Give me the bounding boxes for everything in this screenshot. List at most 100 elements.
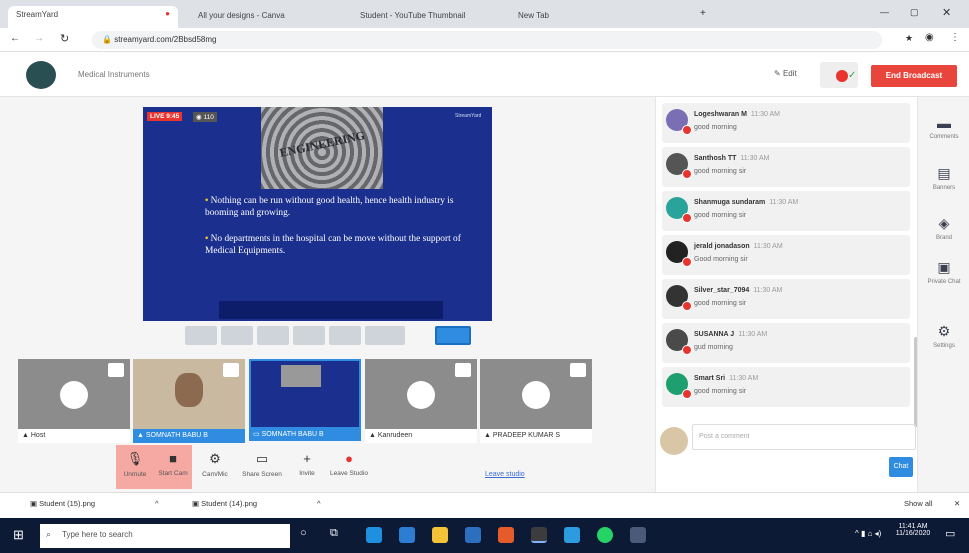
avatar-placeholder: [60, 381, 88, 409]
reload-icon[interactable]: ↻: [60, 32, 69, 45]
chat-author: Silver_star_7094 11:30 AM: [694, 287, 783, 294]
new-tab-icon[interactable]: +: [700, 8, 706, 19]
back-icon[interactable]: ←: [10, 33, 20, 44]
avatar-placeholder: [407, 381, 435, 409]
layout-split[interactable]: [293, 326, 325, 345]
live-badge: LIVE 9:45: [147, 112, 183, 121]
forward-icon[interactable]: →: [34, 33, 44, 44]
download-item[interactable]: ▣ Student (15).png ^: [30, 499, 159, 508]
chat-send-button[interactable]: Chat: [889, 457, 913, 477]
guest-tile[interactable]: ▲ SOMNATH BABU B: [133, 359, 245, 443]
notification-icon[interactable]: ▭: [945, 527, 955, 540]
sidebar-item-banners[interactable]: ▤ Banners: [918, 153, 969, 203]
invite-button[interactable]: + Invite: [288, 445, 326, 489]
layout-fullscreen[interactable]: [435, 326, 471, 345]
guest-menu-icon[interactable]: [108, 363, 124, 377]
mail-icon[interactable]: [465, 527, 481, 543]
download-item[interactable]: ▣ Student (14).png ^: [192, 499, 321, 508]
layout-leader[interactable]: [257, 326, 289, 345]
show-all-button[interactable]: Show all: [904, 499, 932, 508]
guest-menu-icon[interactable]: [223, 363, 239, 377]
cam-mic-button[interactable]: ⚙ Cam/Mic: [196, 445, 234, 489]
youtube-badge-icon: [682, 213, 692, 223]
task-view-icon[interactable]: ⧉: [330, 527, 338, 540]
chat-message: Smart Sri 11:30 AM good morning sir: [662, 367, 910, 407]
windows-start-icon[interactable]: ⊞: [13, 527, 24, 543]
url-field[interactable]: 🔒 streamyard.com/2Bbsd58mg: [92, 31, 882, 49]
clock[interactable]: 11:41 AM 11/16/2020: [893, 523, 933, 537]
start-cam-button[interactable]: ■ Start Cam: [154, 445, 192, 489]
close-icon[interactable]: ✕: [942, 6, 951, 19]
slide-bullet: • No departments in the hospital can be …: [205, 234, 461, 256]
layout-screen-side[interactable]: [365, 326, 405, 345]
maximize-icon[interactable]: ▢: [910, 7, 919, 18]
chat-text: good morning sir: [694, 212, 747, 219]
menu-icon[interactable]: ⋮: [950, 32, 960, 43]
edit-button[interactable]: ✎ Edit: [774, 69, 797, 78]
system-tray-icons[interactable]: ^ ▮ ⌂ ◂): [855, 529, 881, 538]
tab-streamyard[interactable]: StreamYard ●: [8, 6, 178, 28]
lock-icon: 🔒: [102, 35, 115, 44]
file-explorer-icon[interactable]: [432, 527, 448, 543]
ie-icon[interactable]: [564, 527, 580, 543]
leave-studio-button[interactable]: ● Leave Studio: [328, 445, 370, 489]
chat-time: 11:30 AM: [753, 243, 783, 250]
gear-icon: ⚙: [209, 451, 221, 466]
layout-selector: [185, 322, 475, 348]
whatsapp-icon[interactable]: [597, 527, 613, 543]
close-icon[interactable]: ✕: [954, 499, 960, 508]
end-broadcast-button[interactable]: End Broadcast: [871, 65, 957, 87]
edge-icon[interactable]: [366, 527, 382, 543]
slide-gears-image: ENGINEERING: [261, 107, 383, 189]
destination-avatars[interactable]: ✓: [820, 62, 858, 88]
palette-icon: ◈: [938, 215, 950, 231]
guest-name: ▭ SOMNATH BABU B: [249, 427, 361, 441]
guest-menu-icon[interactable]: [455, 363, 471, 377]
sidebar-item-settings[interactable]: ⚙ Settings: [918, 311, 969, 361]
watermark-text: StreamYard: [455, 113, 482, 119]
windows-taskbar: ⊞ ⌕ Type here to search ○ ⧉ ^ ▮ ⌂ ◂) 11:…: [0, 518, 969, 553]
leave-studio-link[interactable]: Leave studio: [485, 471, 525, 478]
sidebar-item-comments[interactable]: ▬ Comments: [918, 103, 969, 153]
app-icon[interactable]: [630, 527, 646, 543]
tab-canva[interactable]: All your designs - Canva: [190, 7, 340, 29]
sidebar-item-brand[interactable]: ◈ Brand: [918, 203, 969, 253]
chat-message: Silver_star_7094 11:30 AM good morning sir: [662, 279, 910, 319]
guest-tile-screen-share[interactable]: ▭ SOMNATH BABU B: [249, 359, 361, 441]
profile-icon[interactable]: ◉: [925, 32, 934, 43]
comment-input[interactable]: Post a comment: [692, 424, 916, 450]
sidebar-item-private-chat[interactable]: ▣ Private Chat: [918, 247, 969, 297]
cortana-icon[interactable]: ○: [300, 527, 307, 539]
minimize-icon[interactable]: —: [880, 7, 889, 17]
guest-name: ▲ SOMNATH BABU B: [133, 429, 245, 443]
mic-off-icon: 🎙: [126, 451, 144, 466]
unmute-button[interactable]: 🎙 Unmute: [116, 445, 154, 489]
guest-tile[interactable]: ▲ Kanrudeen: [365, 359, 477, 443]
chat-time: 11:30 AM: [750, 111, 780, 118]
app-icon[interactable]: [399, 527, 415, 543]
tab-new[interactable]: New Tab: [510, 7, 690, 29]
taskbar-search[interactable]: ⌕ Type here to search: [40, 524, 290, 548]
layout-group[interactable]: [221, 326, 253, 345]
layout-solo[interactable]: [185, 326, 217, 345]
download-bar: ▣ Student (15).png ^ ▣ Student (14).png ^ …: [0, 492, 969, 518]
extensions-icon[interactable]: ★: [905, 33, 913, 44]
youtube-badge-icon: [682, 125, 692, 135]
guest-menu-icon[interactable]: [570, 363, 586, 377]
pencil-icon: ✎: [774, 69, 783, 78]
guest-tile[interactable]: ▲ PRADEEP KUMAR S: [480, 359, 592, 443]
layout-pip[interactable]: [329, 326, 361, 345]
chrome-icon[interactable]: [531, 527, 547, 543]
tab-label: StreamYard: [16, 10, 59, 19]
viewer-count: ◉ 110: [193, 112, 217, 122]
tab-bar: StreamYard ● All your designs - Canva St…: [0, 0, 969, 28]
guest-tile[interactable]: ▲ Host: [18, 359, 130, 443]
share-screen-button[interactable]: ▭ Share Screen: [240, 445, 284, 489]
broadcast-title[interactable]: Medical Instruments: [78, 70, 150, 79]
chat-time: 11:30 AM: [738, 331, 768, 338]
browser-window: StreamYard ● All your designs - Canva St…: [0, 0, 969, 553]
chat-author: Smart Sri 11:30 AM: [694, 375, 759, 382]
chevron-up-icon: ^: [317, 499, 321, 508]
app-icon[interactable]: [498, 527, 514, 543]
tab-youtube[interactable]: Student - YouTube Thumbnail: [352, 7, 502, 29]
